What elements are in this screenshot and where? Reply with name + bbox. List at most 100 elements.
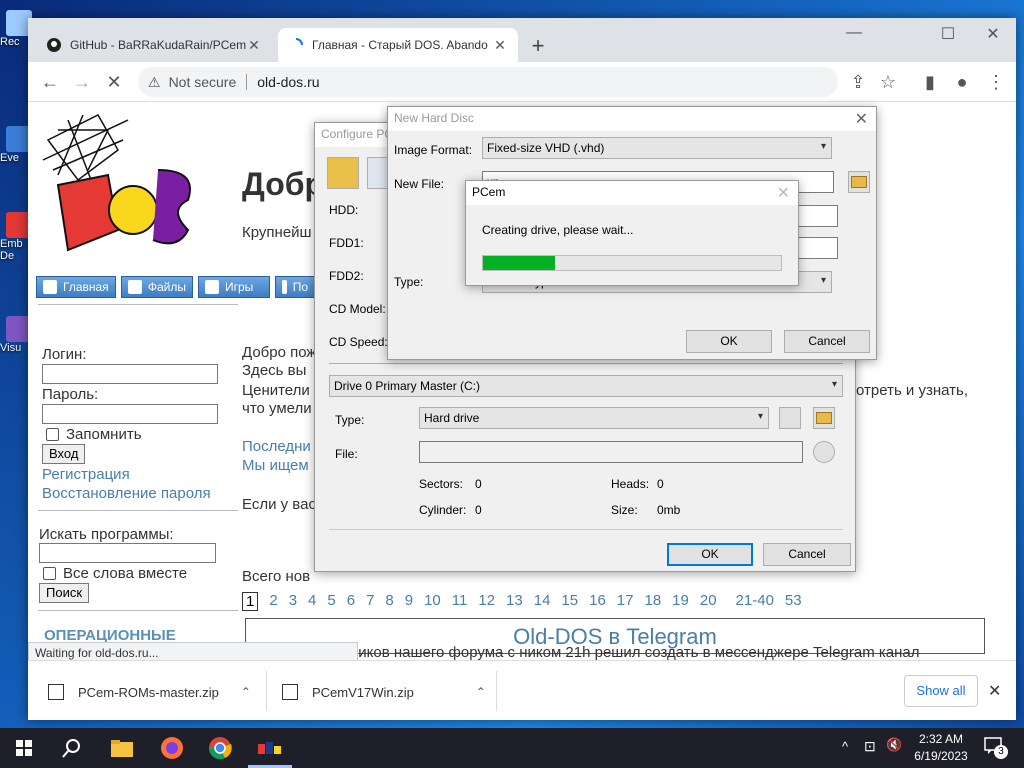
page-link[interactable]: 16 <box>589 592 606 611</box>
drive-select[interactable]: Drive 0 Primary Master (C:) ▾ <box>329 375 843 397</box>
page-link[interactable]: 13 <box>506 592 523 611</box>
bookmark-star-icon[interactable]: ☆ <box>876 70 900 94</box>
page-link[interactable]: 20 <box>700 592 717 611</box>
page-link[interactable]: 53 <box>785 592 802 611</box>
notification-center[interactable]: 3 <box>984 737 1008 759</box>
close-icon[interactable]: ✕ <box>855 109 868 129</box>
recover-password-link[interactable]: Восстановление пароля <box>42 485 211 502</box>
tab-close-icon[interactable]: ✕ <box>246 37 262 54</box>
new-disc-cancel-button[interactable]: Cancel <box>784 330 870 353</box>
page-link[interactable]: 15 <box>561 592 578 611</box>
chrome-icon[interactable] <box>206 734 234 762</box>
chevron-up-icon[interactable]: ⌃ <box>476 685 486 699</box>
remember-checkbox[interactable] <box>46 428 59 441</box>
stop-loading-button[interactable]: ✕ <box>102 70 126 94</box>
desktop-icon-eve[interactable]: Eve <box>0 126 32 164</box>
divider <box>38 610 238 611</box>
volume-muted-icon[interactable]: 🔇 <box>886 737 902 753</box>
pcem-icon[interactable] <box>256 734 284 762</box>
close-window-button[interactable]: ✕ <box>973 24 1013 44</box>
browse-folder-button[interactable] <box>848 171 870 193</box>
close-icon[interactable]: ✕ <box>777 183 790 203</box>
type-select[interactable]: Hard drive ▾ <box>419 407 769 429</box>
profile-avatar-icon[interactable]: ● <box>950 70 974 94</box>
tab-close-icon[interactable]: ✕ <box>492 37 508 54</box>
page-link[interactable]: 14 <box>534 592 551 611</box>
back-button[interactable]: ← <box>38 70 62 94</box>
forward-button[interactable]: → <box>70 70 94 94</box>
page-link[interactable]: 18 <box>644 592 661 611</box>
zip-file-icon <box>48 684 64 700</box>
eject-icon[interactable] <box>813 441 835 463</box>
address-bar[interactable]: ⚠ Not secure old-dos.ru <box>138 67 838 97</box>
open-folder-button[interactable] <box>813 407 835 429</box>
latest-link[interactable]: Последни <box>242 438 311 455</box>
configure-ok-button[interactable]: OK <box>667 543 753 566</box>
page-link[interactable]: 7 <box>366 592 374 611</box>
latest-link[interactable]: Мы ищем <box>242 457 309 474</box>
nav-button-games[interactable]: Игры <box>198 276 270 298</box>
login-button[interactable]: Вход <box>42 444 86 464</box>
nav-button-files[interactable]: Файлы <box>121 276 193 298</box>
login-input[interactable] <box>42 364 218 384</box>
clock-time[interactable]: 2:32 AM <box>914 732 968 746</box>
desktop-icon-label: Visu <box>0 342 22 354</box>
maximize-button[interactable]: ☐ <box>928 24 968 44</box>
intro-line: Добро пож <box>242 344 317 361</box>
close-download-bar-icon[interactable]: ✕ <box>988 681 1001 701</box>
clock-date[interactable]: 6/19/2023 <box>910 749 972 763</box>
new-disc-ok-button[interactable]: OK <box>686 330 772 353</box>
firefox-icon[interactable] <box>158 734 186 762</box>
minimize-button[interactable]: — <box>834 24 874 42</box>
new-disk-icon[interactable] <box>779 407 801 429</box>
side-panel-icon[interactable]: ▮ <box>918 70 942 94</box>
desktop-icon-recycle-bin[interactable]: Rec <box>0 10 32 48</box>
image-format-value: Fixed-size VHD (.vhd) <box>487 141 605 155</box>
windows-start-icon[interactable] <box>10 734 38 762</box>
download-item[interactable]: PCemV17Win.zip ⌃ <box>282 677 486 707</box>
desktop-icon-emb[interactable]: Emb De <box>0 212 32 262</box>
search-button[interactable]: Поиск <box>39 583 90 603</box>
page-link[interactable]: 3 <box>289 592 297 611</box>
network-icon[interactable]: ⊡ <box>864 738 876 755</box>
nav-button-search[interactable]: По <box>275 276 315 298</box>
share-icon[interactable]: ⇪ <box>846 70 870 94</box>
file-path-field[interactable] <box>419 441 803 463</box>
page-link[interactable]: 9 <box>405 592 413 611</box>
register-link[interactable]: Регистрация <box>42 466 130 483</box>
image-format-select[interactable]: Fixed-size VHD (.vhd) ▾ <box>482 137 832 159</box>
program-search-input[interactable] <box>39 543 216 563</box>
chevron-up-icon[interactable]: ⌃ <box>241 685 251 699</box>
tray-chevron-icon[interactable]: ^ <box>842 739 848 754</box>
download-item[interactable]: PCem-ROMs-master.zip ⌃ <box>48 677 251 707</box>
chrome-menu-icon[interactable]: ⋮ <box>984 70 1008 94</box>
page-link[interactable]: 6 <box>347 592 355 611</box>
nav-button-label: Главная <box>63 280 109 294</box>
configure-cancel-button[interactable]: Cancel <box>763 543 851 566</box>
page-link[interactable]: 21-40 <box>736 592 774 611</box>
nav-button-home[interactable]: Главная <box>36 276 116 298</box>
password-input[interactable] <box>42 404 218 424</box>
page-link[interactable]: 5 <box>327 592 335 611</box>
all-words-checkbox[interactable] <box>43 567 56 580</box>
motherboard-icon[interactable] <box>327 157 359 189</box>
page-link[interactable]: 8 <box>385 592 393 611</box>
page-link[interactable]: 2 <box>269 592 277 611</box>
page-link[interactable]: 12 <box>478 592 495 611</box>
tab-title: GitHub - BaRRaKudaRain/PCem- <box>70 38 246 52</box>
tab-old-dos[interactable]: Главная - Старый DOS. Abando ✕ <box>278 28 518 62</box>
page-link[interactable]: 10 <box>424 592 441 611</box>
file-explorer-icon[interactable] <box>108 734 136 762</box>
page-link[interactable]: 19 <box>672 592 689 611</box>
search-icon[interactable] <box>58 734 86 762</box>
page-link[interactable]: 11 <box>452 592 468 611</box>
image-format-label: Image Format: <box>394 143 473 157</box>
show-all-button[interactable]: Show all <box>904 675 978 707</box>
heads-input[interactable] <box>798 237 838 259</box>
tab-github[interactable]: GitHub - BaRRaKudaRain/PCem- ✕ <box>36 28 272 62</box>
new-tab-button[interactable]: + <box>526 33 550 59</box>
desktop-icon-visu[interactable]: Visu <box>0 316 32 354</box>
sectors-input[interactable] <box>798 205 838 227</box>
page-link[interactable]: 4 <box>308 592 316 611</box>
page-link[interactable]: 17 <box>617 592 634 611</box>
